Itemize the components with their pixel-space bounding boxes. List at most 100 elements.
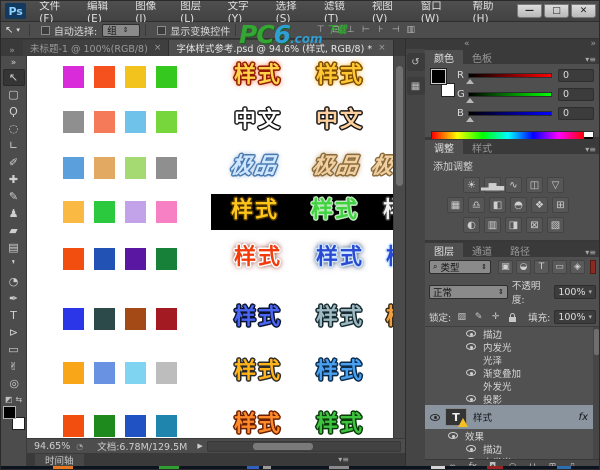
auto-select-checkbox[interactable]: [41, 26, 50, 35]
filter-adjustment-layers-icon[interactable]: ◒: [516, 260, 531, 274]
align-middle-icon[interactable]: ⊟: [329, 24, 342, 36]
layers-panel-tab[interactable]: 图层: [425, 243, 463, 257]
menu-item[interactable]: 窗口(W): [414, 0, 466, 25]
quick-select-tool[interactable]: ◌: [3, 120, 25, 137]
move-tool[interactable]: ↖: [3, 69, 25, 86]
exposure-icon[interactable]: ◫: [526, 177, 543, 193]
timeline-tab[interactable]: 时间轴: [35, 454, 84, 466]
distribute-left-icon[interactable]: ⊢: [359, 24, 372, 36]
menu-item[interactable]: 图像(I): [128, 0, 173, 25]
clone-stamp-tool[interactable]: ♟: [3, 205, 25, 222]
maximize-button[interactable]: □: [544, 4, 569, 18]
show-transform-checkbox[interactable]: [157, 26, 166, 35]
document-tab[interactable]: 字体样式参考.psd @ 94.6% (样式, RGB/8) *×: [169, 40, 393, 56]
layers-panel-tab[interactable]: 路径: [501, 243, 539, 257]
color-panel-menu-icon[interactable]: ▾≡: [585, 55, 596, 64]
canvas-vertical-scrollbar[interactable]: [393, 56, 405, 438]
eyedropper-tool[interactable]: ✐: [3, 154, 25, 171]
close-button[interactable]: ✕: [571, 4, 596, 18]
visibility-toggle[interactable]: [463, 343, 479, 350]
color-lookup-icon[interactable]: ⊞: [552, 197, 569, 213]
minimize-button[interactable]: —: [517, 4, 542, 18]
dock-collapse-icon[interactable]: «: [464, 39, 470, 49]
gradient-map-icon[interactable]: ▧: [547, 217, 564, 233]
channel-mixer-icon[interactable]: ❖: [531, 197, 548, 213]
menu-item[interactable]: 滤镜(T): [317, 0, 365, 25]
photo-filter-icon[interactable]: ◓: [510, 197, 527, 213]
visibility-toggle[interactable]: [463, 369, 479, 376]
eye-icon[interactable]: [466, 343, 476, 350]
levels-icon[interactable]: ▂▅▃: [484, 177, 501, 193]
panel-color-swatches[interactable]: [431, 69, 457, 99]
color-panel-tab[interactable]: 色板: [463, 50, 501, 64]
lock-position-icon[interactable]: ✛: [489, 311, 502, 324]
eye-icon[interactable]: [466, 458, 476, 459]
tab-overflow-icon[interactable]: »: [1, 46, 23, 56]
threshold-icon[interactable]: ◨: [505, 217, 522, 233]
menu-item[interactable]: 视图(V): [365, 0, 414, 25]
curves-icon[interactable]: ∿: [505, 177, 522, 193]
move-tool-preset-icon[interactable]: ↖▾: [1, 25, 24, 36]
channel-value[interactable]: 0: [558, 88, 594, 101]
canvas-horizontal-scrollbar[interactable]: [207, 441, 401, 452]
document-tab[interactable]: 未标题-1 @ 100%(RGB/8)×: [23, 40, 169, 56]
type-tool[interactable]: T: [3, 307, 25, 324]
lock-paint-icon[interactable]: ✎: [472, 311, 485, 324]
auto-select-group-dropdown[interactable]: 组⇕: [102, 24, 140, 37]
visibility-toggle[interactable]: [463, 445, 479, 452]
slider-thumb-icon[interactable]: [466, 79, 474, 84]
menu-item[interactable]: 文件(F): [32, 0, 80, 25]
channel-slider[interactable]: [468, 111, 552, 116]
menu-item[interactable]: 编辑(E): [80, 0, 128, 25]
black-white-icon[interactable]: ◧: [489, 197, 506, 213]
adjustments-panel-tab[interactable]: 样式: [463, 140, 501, 154]
layer-effect-row[interactable]: 内发光: [425, 455, 600, 459]
channel-value[interactable]: 0: [558, 107, 594, 120]
filter-shape-layers-icon[interactable]: ▭: [552, 260, 567, 274]
channel-slider[interactable]: [468, 92, 552, 97]
zoom-level[interactable]: 94.65%: [34, 441, 70, 452]
default-colors-icon[interactable]: ◩: [5, 395, 13, 404]
properties-panel-icon[interactable]: ▦: [407, 77, 425, 95]
tab-close-icon[interactable]: ×: [154, 43, 162, 53]
pen-tool[interactable]: ✒: [3, 290, 25, 307]
blend-mode-dropdown[interactable]: 正常⇕: [429, 285, 508, 299]
crop-tool[interactable]: ∟: [3, 137, 25, 154]
lock-transparency-icon[interactable]: ▨: [455, 311, 468, 324]
adjustments-panel-menu-icon[interactable]: ▾≡: [585, 145, 596, 154]
menu-item[interactable]: 文字(Y): [221, 0, 269, 25]
slider-thumb-icon[interactable]: [466, 98, 474, 103]
foreground-color-swatch[interactable]: [3, 406, 16, 419]
layer-effect-row[interactable]: 内发光: [425, 340, 600, 353]
eye-icon[interactable]: [448, 432, 458, 439]
color-balance-icon[interactable]: ♎: [468, 197, 485, 213]
eye-icon[interactable]: [466, 330, 476, 337]
layers-scrollbar[interactable]: [593, 327, 600, 459]
layer-effect-row[interactable]: 描边: [425, 442, 600, 455]
menu-item[interactable]: 选择(S): [269, 0, 317, 25]
dodge-tool[interactable]: ◔: [3, 273, 25, 290]
opacity-value[interactable]: 100%▾: [554, 285, 596, 299]
fill-value[interactable]: 100%▾: [554, 310, 596, 324]
adjustments-panel-tab[interactable]: 调整: [425, 140, 463, 154]
posterize-icon[interactable]: ▥: [484, 217, 501, 233]
arrange-icon[interactable]: ▥: [404, 24, 417, 36]
zoom-tool[interactable]: ◎: [0, 372, 26, 395]
layer-effect-row[interactable]: 光泽: [425, 353, 600, 366]
layers-panel-menu-icon[interactable]: ▾≡: [585, 248, 596, 257]
filter-smart-objects-icon[interactable]: ◈: [570, 260, 585, 274]
path-select-tool[interactable]: ⊳: [3, 324, 25, 341]
layer-effect-row[interactable]: 描边: [425, 327, 600, 340]
eye-icon[interactable]: [466, 445, 476, 452]
selective-color-icon[interactable]: ⊠: [526, 217, 543, 233]
vibrance-icon[interactable]: ▽: [547, 177, 564, 193]
distribute-center-icon[interactable]: ⊦: [374, 24, 387, 36]
status-popup-icon[interactable]: ▶: [197, 442, 202, 450]
visibility-toggle[interactable]: [463, 458, 479, 459]
hue-saturation-icon[interactable]: ▦: [447, 197, 464, 213]
lasso-tool[interactable]: Ϙ: [3, 103, 25, 120]
gradient-tool[interactable]: ▤: [3, 239, 25, 256]
channel-value[interactable]: 0: [558, 69, 594, 82]
foreground-background-swatches[interactable]: [3, 406, 25, 430]
eye-icon[interactable]: [466, 369, 476, 376]
